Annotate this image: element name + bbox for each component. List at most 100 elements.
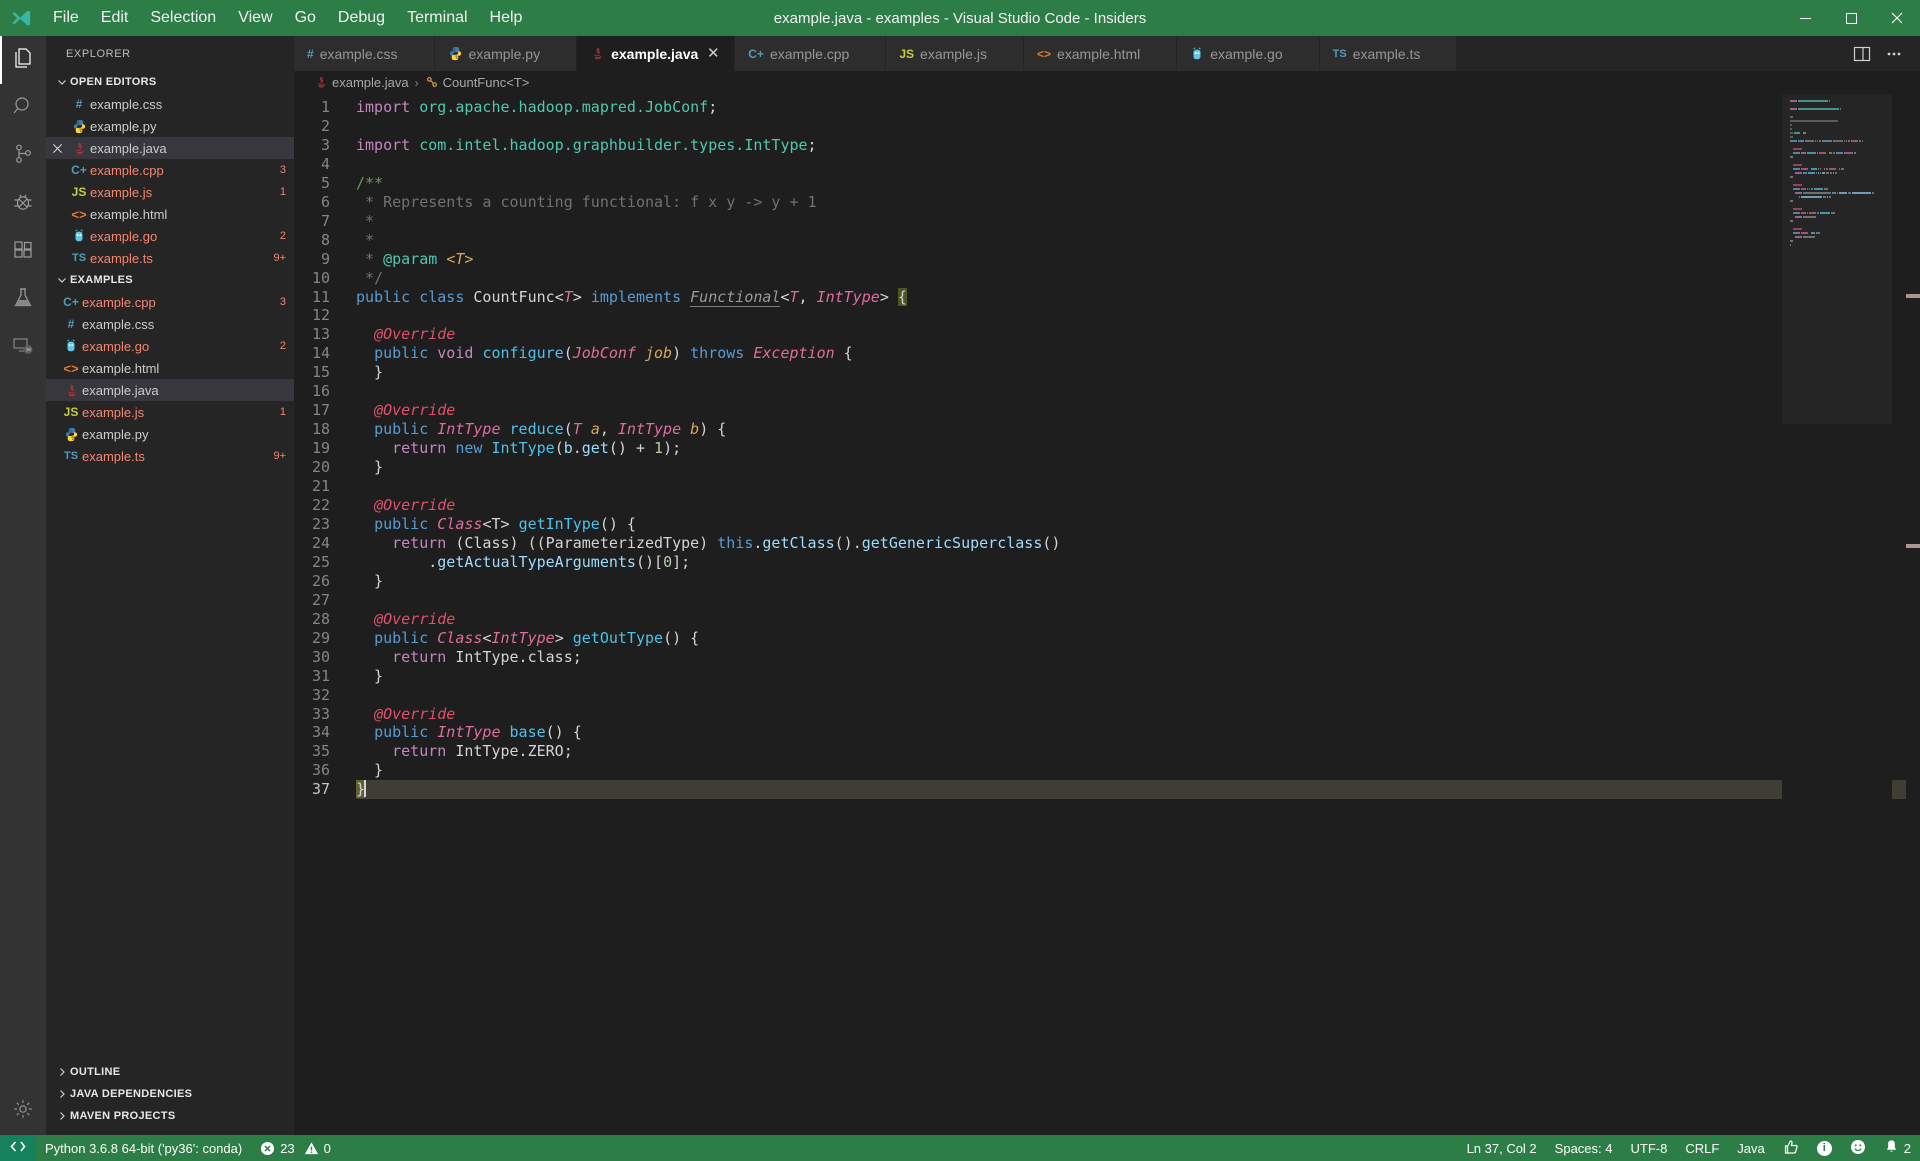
breadcrumb[interactable]: example.java › CountFunc<T> [294, 71, 1920, 94]
code-line[interactable]: 27 [294, 591, 1906, 610]
code-line[interactable]: 34 public IntType base() { [294, 723, 1906, 742]
activity-source-control[interactable] [0, 132, 46, 180]
code-line[interactable]: 9 * @param <T> [294, 250, 1906, 269]
tab-example-js[interactable]: JS example.js ✕ [886, 36, 1024, 71]
code-text[interactable]: public Class<T> getInType() { [356, 515, 1906, 534]
breadcrumb-file[interactable]: example.java [314, 75, 409, 90]
activity-remote-explorer[interactable] [0, 324, 46, 372]
code-line[interactable]: 6 * Represents a counting functional: f … [294, 193, 1906, 212]
open-editor-row[interactable]: # example.css [46, 93, 294, 115]
activity-extensions[interactable] [0, 228, 46, 276]
code-line[interactable]: 30 return IntType.class; [294, 648, 1906, 667]
code-text[interactable]: } [356, 667, 1906, 686]
code-text[interactable]: public class CountFunc<T> implements Fun… [356, 288, 1906, 307]
code-text[interactable]: .getActualTypeArguments()[0]; [356, 553, 1906, 572]
menu-selection[interactable]: Selection [139, 5, 227, 31]
explorer-file-row-active[interactable]: example.java [46, 379, 294, 401]
code-content[interactable]: 1import org.apache.hadoop.mapred.JobConf… [294, 94, 1906, 799]
menu-edit[interactable]: Edit [90, 5, 140, 31]
breadcrumb-symbol[interactable]: CountFunc<T> [425, 75, 530, 90]
code-text[interactable]: } [356, 572, 1906, 591]
code-text[interactable]: public IntType base() { [356, 723, 1906, 742]
section-examples[interactable]: EXAMPLES [46, 269, 294, 291]
code-text[interactable]: return IntType.class; [356, 648, 1906, 667]
code-text[interactable]: * [356, 231, 1906, 250]
code-text[interactable]: } [356, 761, 1906, 780]
activity-manage-settings[interactable] [0, 1087, 46, 1135]
code-text[interactable]: @Override [356, 401, 1906, 420]
close-icon[interactable] [46, 143, 68, 154]
minimap-slider[interactable] [1782, 94, 1892, 424]
minimize-button[interactable] [1782, 0, 1828, 36]
code-line[interactable]: 11public class CountFunc<T> implements F… [294, 288, 1906, 307]
code-line[interactable]: 22 @Override [294, 496, 1906, 515]
code-line[interactable]: 4 [294, 155, 1906, 174]
close-icon[interactable]: ✕ [704, 46, 722, 61]
menu-file[interactable]: File [42, 5, 90, 31]
tab-example-html[interactable]: <> example.html ✕ [1024, 36, 1177, 71]
split-editor-icon[interactable] [1848, 40, 1876, 68]
section-java-dependencies[interactable]: JAVA DEPENDENCIES [46, 1083, 294, 1105]
section-open-editors[interactable]: OPEN EDITORS [46, 71, 294, 93]
python-interpreter-status[interactable]: Python 3.6.8 64-bit ('py36': conda) [36, 1135, 251, 1161]
menu-help[interactable]: Help [479, 5, 534, 31]
code-line[interactable]: 17 @Override [294, 401, 1906, 420]
smiley-status[interactable] [1841, 1135, 1875, 1161]
open-editor-row[interactable]: TS example.ts 9+ [46, 247, 294, 269]
section-outline[interactable]: OUTLINE [46, 1061, 294, 1083]
activity-debug[interactable] [0, 180, 46, 228]
code-text[interactable]: } [356, 780, 1906, 799]
tab-example-py[interactable]: example.py ✕ [435, 36, 578, 71]
menu-view[interactable]: View [227, 5, 283, 31]
open-editor-row[interactable]: example.go 2 [46, 225, 294, 247]
code-text[interactable]: * Represents a counting functional: f x … [356, 193, 1906, 212]
code-text[interactable]: import com.intel.hadoop.graphbuilder.typ… [356, 136, 1906, 155]
code-line[interactable]: 8 * [294, 231, 1906, 250]
code-text[interactable]: * [356, 212, 1906, 231]
code-line[interactable]: 5/** [294, 174, 1906, 193]
code-text[interactable]: public IntType reduce(T a, IntType b) { [356, 420, 1906, 439]
indentation-status[interactable]: Spaces: 4 [1546, 1135, 1622, 1161]
tab-example-cpp[interactable]: C+ example.cpp ✕ [735, 36, 886, 71]
cursor-position-status[interactable]: Ln 37, Col 2 [1458, 1135, 1546, 1161]
problems-status[interactable]: 23 0 [251, 1135, 340, 1161]
code-line[interactable]: 16 [294, 382, 1906, 401]
window-controls[interactable] [1782, 0, 1920, 36]
language-mode-status[interactable]: Java [1728, 1135, 1773, 1161]
activity-explorer[interactable] [0, 36, 46, 84]
close-button[interactable] [1874, 0, 1920, 36]
eol-status[interactable]: CRLF [1676, 1135, 1728, 1161]
more-actions-icon[interactable] [1880, 40, 1908, 68]
code-line[interactable]: 32 [294, 686, 1906, 705]
explorer-file-row[interactable]: <> example.html [46, 357, 294, 379]
code-line[interactable]: 21 [294, 477, 1906, 496]
code-line[interactable]: 14 public void configure(JobConf job) th… [294, 344, 1906, 363]
explorer-file-row[interactable]: JS example.js 1 [46, 401, 294, 423]
minimap[interactable] [1782, 94, 1892, 1135]
code-text[interactable]: } [356, 363, 1906, 382]
menu-debug[interactable]: Debug [327, 5, 396, 31]
tab-example-java[interactable]: example.java ✕ [577, 36, 735, 71]
code-line[interactable]: 25 .getActualTypeArguments()[0]; [294, 553, 1906, 572]
tab-example-go[interactable]: example.go ✕ [1177, 36, 1319, 71]
open-editor-row[interactable]: example.py [46, 115, 294, 137]
explorer-file-row[interactable]: # example.css [46, 313, 294, 335]
open-editor-row[interactable]: C+ example.cpp 3 [46, 159, 294, 181]
code-viewport[interactable]: 1import org.apache.hadoop.mapred.JobConf… [294, 94, 1906, 1135]
open-editor-row[interactable]: <> example.html [46, 203, 294, 225]
activity-testing[interactable] [0, 276, 46, 324]
code-line[interactable]: 24 return (Class) ((ParameterizedType) t… [294, 534, 1906, 553]
section-maven-projects[interactable]: MAVEN PROJECTS [46, 1105, 294, 1127]
code-line[interactable]: 12 [294, 306, 1906, 325]
code-line[interactable]: 26 } [294, 572, 1906, 591]
code-line[interactable]: 1import org.apache.hadoop.mapred.JobConf… [294, 98, 1906, 117]
code-text[interactable]: @Override [356, 610, 1906, 629]
code-text[interactable]: */ [356, 269, 1906, 288]
code-line[interactable]: 7 * [294, 212, 1906, 231]
tab-example-ts[interactable]: TS example.ts ✕ [1320, 36, 1458, 71]
code-line[interactable]: 2 [294, 117, 1906, 136]
explorer-file-row[interactable]: example.py [46, 423, 294, 445]
code-line[interactable]: 31 } [294, 667, 1906, 686]
code-line[interactable]: 19 return new IntType(b.get() + 1); [294, 439, 1906, 458]
code-line[interactable]: 15 } [294, 363, 1906, 382]
